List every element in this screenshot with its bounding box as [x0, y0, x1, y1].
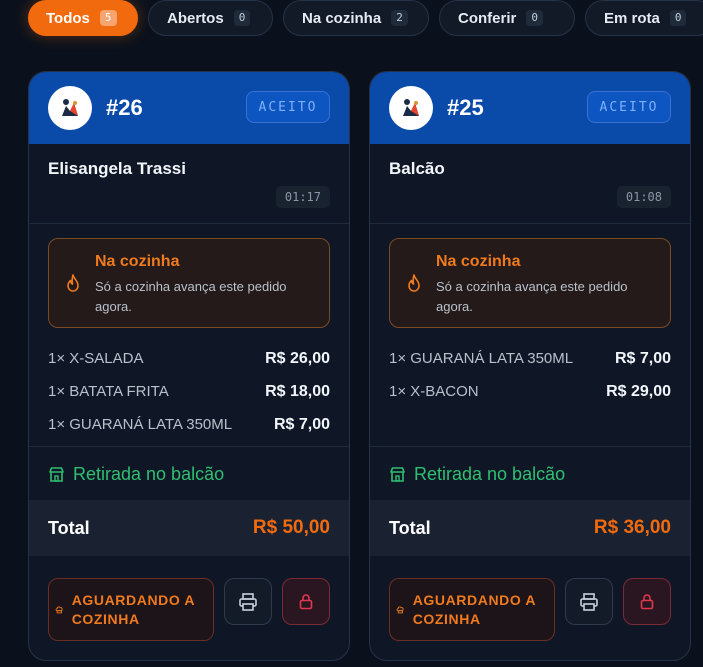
restaurant-logo: [389, 86, 433, 130]
awaiting-kitchen-button[interactable]: AGUARDANDO A COZINHA: [48, 578, 214, 641]
kitchen-status-box: Na cozinha Só a cozinha avança este pedi…: [389, 238, 671, 328]
kitchen-status-box: Na cozinha Só a cozinha avança este pedi…: [48, 238, 330, 328]
customer-name: Balcão: [389, 159, 445, 178]
item-price: R$ 29,00: [606, 382, 671, 400]
chef-hat-icon: [55, 606, 63, 613]
restaurant-logo: [48, 86, 92, 130]
pickup-method: Retirada no balcão: [389, 464, 565, 485]
list-item: 1× X-SALADA R$ 26,00: [48, 342, 330, 375]
total-label: Total: [48, 517, 90, 538]
item-name: 1× X-BACON: [389, 383, 479, 400]
customer-name: Elisangela Trassi: [48, 159, 186, 178]
order-items-list: 1× GUARANÁ LATA 350ML R$ 7,00 1× X-BACON…: [389, 342, 671, 408]
divider: [29, 446, 349, 447]
item-price: R$ 26,00: [265, 349, 330, 367]
lock-button[interactable]: [282, 578, 330, 625]
kitchen-status-title: Na cozinha: [436, 253, 521, 270]
list-item: 1× GUARANÁ LATA 350ML R$ 7,00: [389, 342, 671, 375]
tab-count-badge: 0: [669, 10, 687, 26]
awaiting-kitchen-label: AGUARDANDO A COZINHA: [71, 591, 195, 627]
print-button[interactable]: [224, 578, 272, 625]
tab-abertos[interactable]: Abertos 0: [148, 0, 273, 36]
status-badge: ACEITO: [587, 91, 671, 123]
list-item: 1× GUARANÁ LATA 350ML R$ 7,00: [48, 408, 330, 441]
kitchen-status-description: Só a cozinha avança este pedido agora.: [95, 279, 287, 314]
chef-hat-icon: [396, 606, 404, 613]
item-name: 1× BATATA FRITA: [48, 383, 169, 400]
elapsed-time: 01:17: [275, 186, 330, 208]
tab-na-cozinha[interactable]: Na cozinha 2: [283, 0, 429, 36]
awaiting-kitchen-label: AGUARDANDO A COZINHA: [412, 591, 536, 627]
tab-conferir[interactable]: Conferir 0: [439, 0, 575, 36]
divider: [370, 223, 690, 224]
store-icon: [390, 467, 405, 482]
list-item: 1× BATATA FRITA R$ 18,00: [48, 375, 330, 408]
printer-icon: [239, 592, 257, 611]
lock-button[interactable]: [623, 578, 671, 625]
list-item: 1× X-BACON R$ 29,00: [389, 375, 671, 408]
printer-icon: [580, 592, 598, 611]
order-card-header: #26 ACEITO: [29, 72, 349, 144]
order-items-list: 1× X-SALADA R$ 26,00 1× BATATA FRITA R$ …: [48, 342, 330, 441]
order-number: #26: [106, 95, 143, 120]
total-bar: Total R$ 36,00: [370, 500, 690, 556]
store-icon: [49, 467, 64, 482]
elapsed-time: 01:08: [616, 186, 671, 208]
total-bar: Total R$ 50,00: [29, 500, 349, 556]
order-number: #25: [447, 95, 484, 120]
total-label: Total: [389, 517, 431, 538]
awaiting-kitchen-button[interactable]: AGUARDANDO A COZINHA: [389, 578, 555, 641]
tab-label: Conferir: [458, 9, 517, 27]
order-card[interactable]: #25 ACEITO Balcão 01:08 Na cozinha Só a …: [369, 71, 691, 661]
item-price: R$ 18,00: [265, 382, 330, 400]
pickup-method: Retirada no balcão: [48, 464, 224, 485]
total-value: R$ 36,00: [593, 517, 671, 538]
lock-icon: [640, 594, 654, 610]
tab-count-badge: 2: [391, 10, 408, 26]
divider: [29, 223, 349, 224]
status-filter-tabs: Todos 5 Abertos 0 Na cozinha 2 Conferir …: [28, 0, 703, 36]
tab-count-badge: 0: [526, 10, 543, 26]
status-badge: ACEITO: [246, 91, 330, 123]
order-card-header: #25 ACEITO: [370, 72, 690, 144]
divider: [370, 446, 690, 447]
tab-count-badge: 0: [233, 10, 251, 26]
kitchen-status-title: Na cozinha: [95, 253, 180, 270]
tab-label: Abertos: [167, 9, 224, 27]
tab-label: Na cozinha: [302, 9, 382, 27]
order-card[interactable]: #26 ACEITO Elisangela Trassi 01:17 Na co…: [28, 71, 350, 661]
item-price: R$ 7,00: [273, 415, 330, 433]
tab-todos[interactable]: Todos 5: [28, 0, 138, 36]
tab-label: Todos: [46, 9, 90, 27]
flame-icon: [67, 274, 79, 292]
pickup-label: Retirada no balcão: [73, 464, 225, 484]
tab-count-badge: 5: [99, 10, 117, 26]
item-name: 1× X-SALADA: [48, 350, 144, 367]
total-value: R$ 50,00: [252, 517, 330, 538]
lock-icon: [299, 594, 313, 610]
pickup-label: Retirada no balcão: [414, 464, 566, 484]
item-name: 1× GUARANÁ LATA 350ML: [48, 416, 233, 433]
print-button[interactable]: [565, 578, 613, 625]
tab-label: Em rota: [604, 9, 660, 27]
item-price: R$ 7,00: [614, 349, 671, 367]
flame-icon: [408, 274, 420, 292]
kitchen-status-description: Só a cozinha avança este pedido agora.: [436, 279, 628, 314]
item-name: 1× GUARANÁ LATA 350ML: [389, 350, 574, 367]
tab-em-rota[interactable]: Em rota 0: [585, 0, 703, 36]
